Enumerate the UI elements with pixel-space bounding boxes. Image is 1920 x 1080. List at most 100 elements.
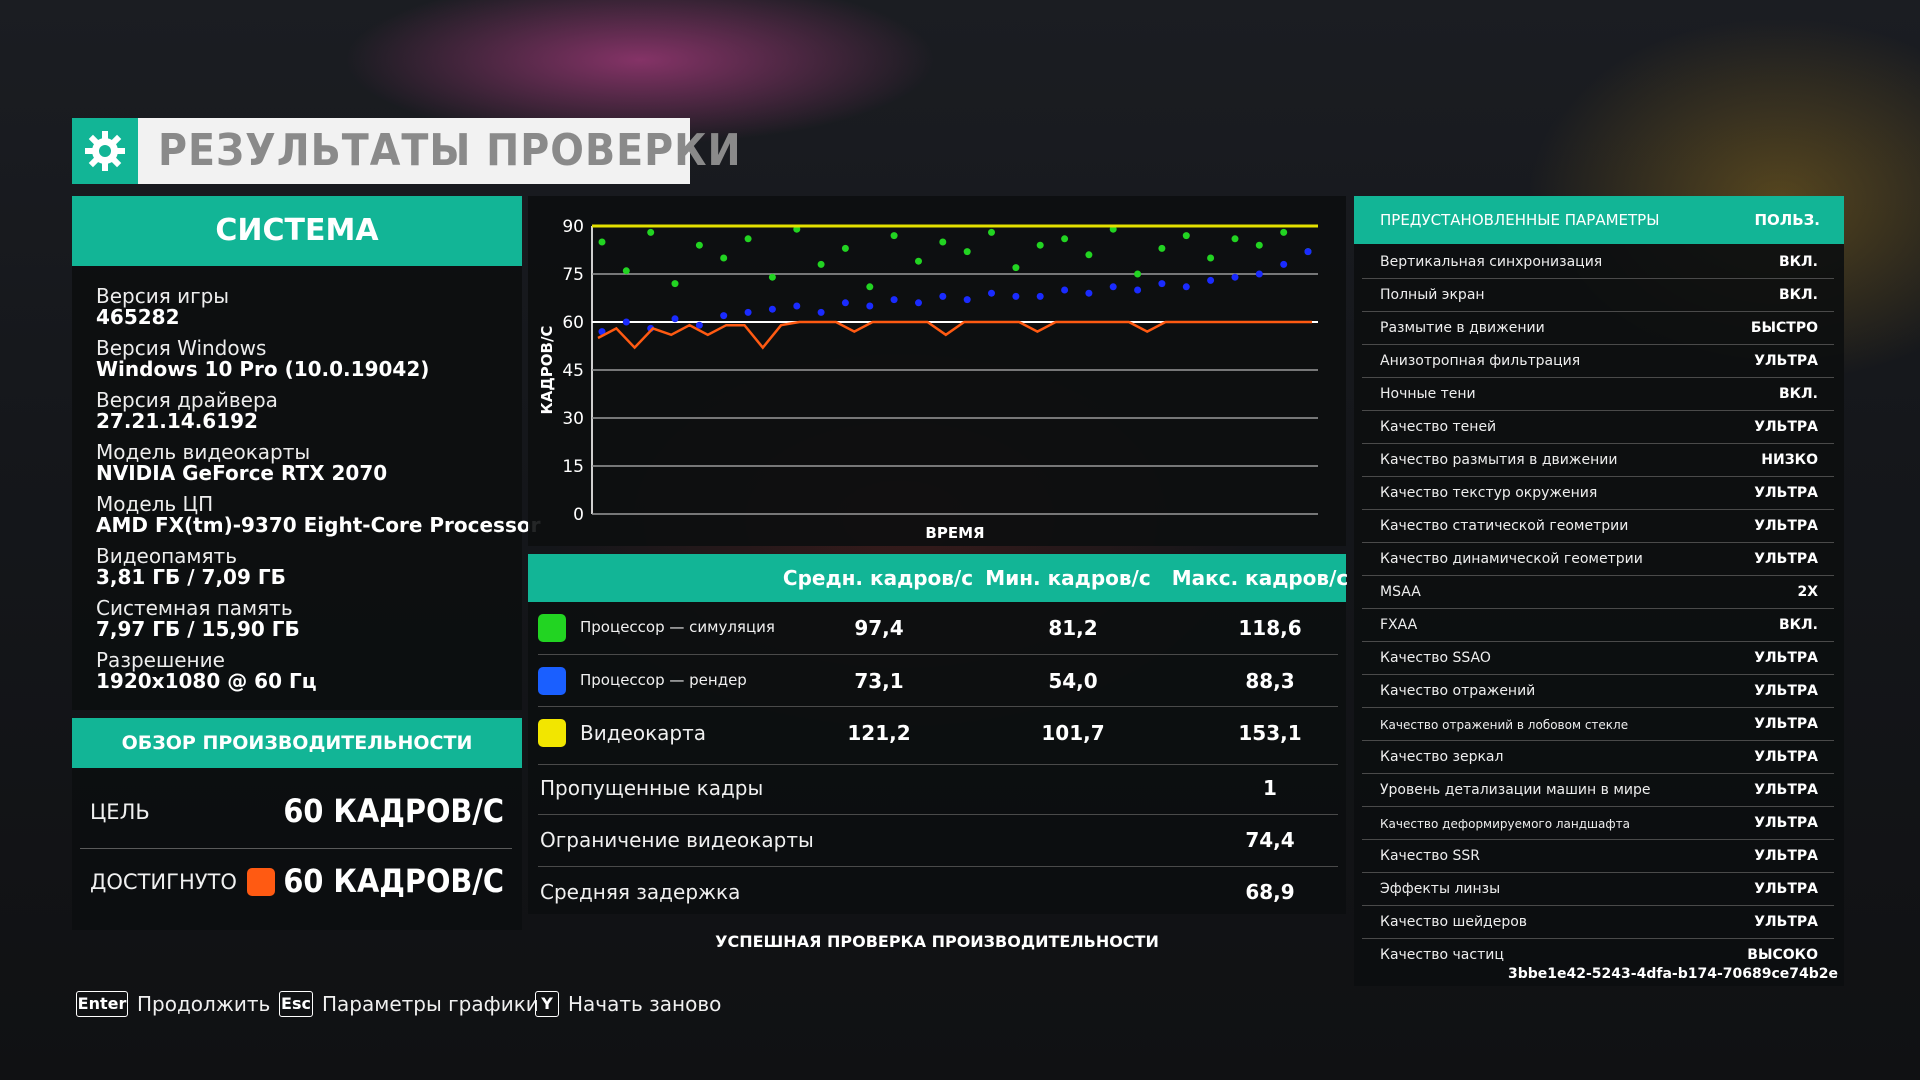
setting-value: УЛЬТРА (1754, 848, 1818, 864)
cpu-simulation-point (720, 254, 728, 262)
y-tick-label: 30 (562, 409, 584, 429)
achieved-color-swatch (247, 868, 275, 896)
cpu-simulation-swatch (538, 614, 566, 642)
system-item-value: AMD FX(tm)-9370 Eight-Core Processor (96, 513, 541, 537)
setting-row: Качество размытия в движении НИЗКО (1362, 444, 1834, 477)
system-item-label: Версия Windows (96, 336, 267, 360)
graphics-settings-button[interactable]: Параметры графики (322, 992, 539, 1016)
avg-value: 97,4 (854, 616, 904, 640)
preset-label: ПРЕДУСТАНОВЛЕННЫЕ ПАРАМЕТРЫ (1380, 211, 1660, 229)
setting-value: УЛЬТРА (1754, 716, 1818, 732)
cpu-simulation-point (841, 244, 849, 252)
cpu-render-point (1304, 248, 1312, 256)
cpu-render-point (963, 296, 971, 304)
enter-key-icon: Enter (76, 991, 128, 1017)
row-divider (538, 866, 1338, 867)
setting-value: ВКЛ. (1778, 254, 1818, 270)
cpu-simulation-point (1158, 244, 1166, 252)
setting-value: УЛЬТРА (1754, 815, 1818, 831)
row-divider (538, 814, 1338, 815)
y-tick-label: 45 (562, 361, 584, 381)
cpu-simulation-point (1012, 264, 1020, 272)
dropped-frames-label: Пропущенные кадры (540, 776, 764, 800)
setting-row: Анизотропная фильтрация УЛЬТРА (1362, 345, 1834, 378)
system-item-game-version: Версия игры 465282 (96, 286, 516, 328)
system-item-resolution: Разрешение 1920x1080 @ 60 Гц (96, 650, 516, 692)
target-value: 60 КАДРОВ/С (283, 792, 504, 830)
restart-button[interactable]: Начать заново (568, 992, 721, 1016)
esc-key-icon: Esc (279, 991, 313, 1017)
setting-label: FXAA (1380, 617, 1418, 633)
cpu-simulation-point (866, 283, 874, 291)
cpu-render-point (866, 302, 874, 310)
cpu-simulation-point (622, 267, 630, 275)
setting-value: УЛЬТРА (1754, 419, 1818, 435)
avg-value: 73,1 (854, 669, 904, 693)
system-item-label: Модель ЦП (96, 492, 214, 516)
setting-value: УЛЬТРА (1754, 485, 1818, 501)
system-item-label: Модель видеокарты (96, 440, 311, 464)
setting-label: Качество текстур окружения (1380, 485, 1598, 501)
cpu-render-point (939, 292, 947, 300)
row-divider (538, 764, 1338, 765)
continue-button[interactable]: Продолжить (137, 992, 270, 1016)
cpu-render-point (1061, 286, 1069, 294)
system-item-system-memory: Системная память 7,97 ГБ / 15,90 ГБ (96, 598, 516, 640)
fps-chart-panel: 0 15 30 45 60 75 90 ВРЕМЯ КАДРОВ/С (528, 196, 1346, 546)
cpu-simulation-point (1207, 254, 1215, 262)
max-fps-header: Макс. кадров/с (1171, 566, 1349, 590)
cpu-render-point (1182, 283, 1190, 291)
achieved-fps-line (597, 320, 1312, 350)
achieved-value: 60 КАДРОВ/С (283, 862, 504, 900)
cpu-render-point (988, 289, 995, 297)
system-item-value: NVIDIA GeForce RTX 2070 (96, 461, 388, 485)
max-value: 88,3 (1245, 669, 1295, 693)
gear-icon (72, 118, 138, 184)
setting-label: Качество теней (1380, 419, 1497, 435)
system-item-value: 465282 (96, 305, 180, 329)
setting-row: Уровень детализации машин в мире УЛЬТРА (1362, 774, 1834, 807)
cpu-simulation-point (1036, 241, 1044, 249)
cpu-simulation-point (890, 232, 898, 240)
cpu-render-point (841, 299, 849, 307)
system-item-windows-version: Версия Windows Windows 10 Pro (10.0.1904… (96, 338, 516, 380)
cpu-render-point (768, 305, 776, 313)
table-row-cpu-simulation: Процессор — симуляция 97,4 81,2 118,6 (528, 602, 1346, 654)
cpu-render-point (890, 296, 898, 304)
gpu-swatch (538, 719, 566, 747)
system-item-value: Windows 10 Pro (10.0.19042) (96, 357, 430, 381)
setting-value: ВКЛ. (1778, 617, 1818, 633)
session-id: 3bbe1e42-5243-4dfa-b174-70689ce74b2e (1508, 966, 1838, 982)
system-item-video-memory: Видеопамять 3,81 ГБ / 7,09 ГБ (96, 546, 516, 588)
setting-label: Качество зеркал (1380, 749, 1504, 765)
cpu-simulation-point (671, 280, 679, 288)
system-item-label: Версия игры (96, 284, 230, 308)
min-value: 81,2 (1048, 616, 1098, 640)
setting-row: MSAA 2X (1362, 576, 1834, 609)
cpu-render-point (1134, 286, 1142, 294)
cpu-simulation-point (963, 248, 971, 256)
cpu-render-point (793, 302, 801, 310)
cpu-simulation-point (695, 241, 703, 249)
row-label: Процессор — симуляция (580, 618, 775, 636)
cpu-render-point (1231, 273, 1239, 281)
setting-value: БЫСТРО (1750, 320, 1818, 336)
setting-row: Качество отражений УЛЬТРА (1362, 675, 1834, 708)
min-value: 101,7 (1041, 721, 1105, 745)
setting-row: Качество деформируемого ландшафта УЛЬТРА (1362, 807, 1834, 840)
achieved-label: ДОСТИГНУТО (90, 870, 237, 894)
system-item-value: 1920x1080 @ 60 Гц (96, 669, 317, 693)
cpu-render-point (744, 308, 752, 316)
setting-row: Качество динамической геометрии УЛЬТРА (1362, 543, 1834, 576)
min-value: 54,0 (1048, 669, 1098, 693)
setting-value: УЛЬТРА (1754, 881, 1818, 897)
setting-row: Качество шейдеров УЛЬТРА (1362, 906, 1834, 939)
setting-label: Размытие в движении (1380, 320, 1545, 336)
y-tick-label: 15 (562, 457, 584, 477)
cpu-render-point (1109, 283, 1117, 291)
x-axis-label: ВРЕМЯ (925, 524, 984, 542)
cpu-render-point (720, 312, 728, 320)
setting-value: УЛЬТРА (1754, 551, 1818, 567)
system-item-driver-version: Версия драйвера 27.21.14.6192 (96, 390, 516, 432)
cpu-simulation-point (817, 260, 825, 268)
